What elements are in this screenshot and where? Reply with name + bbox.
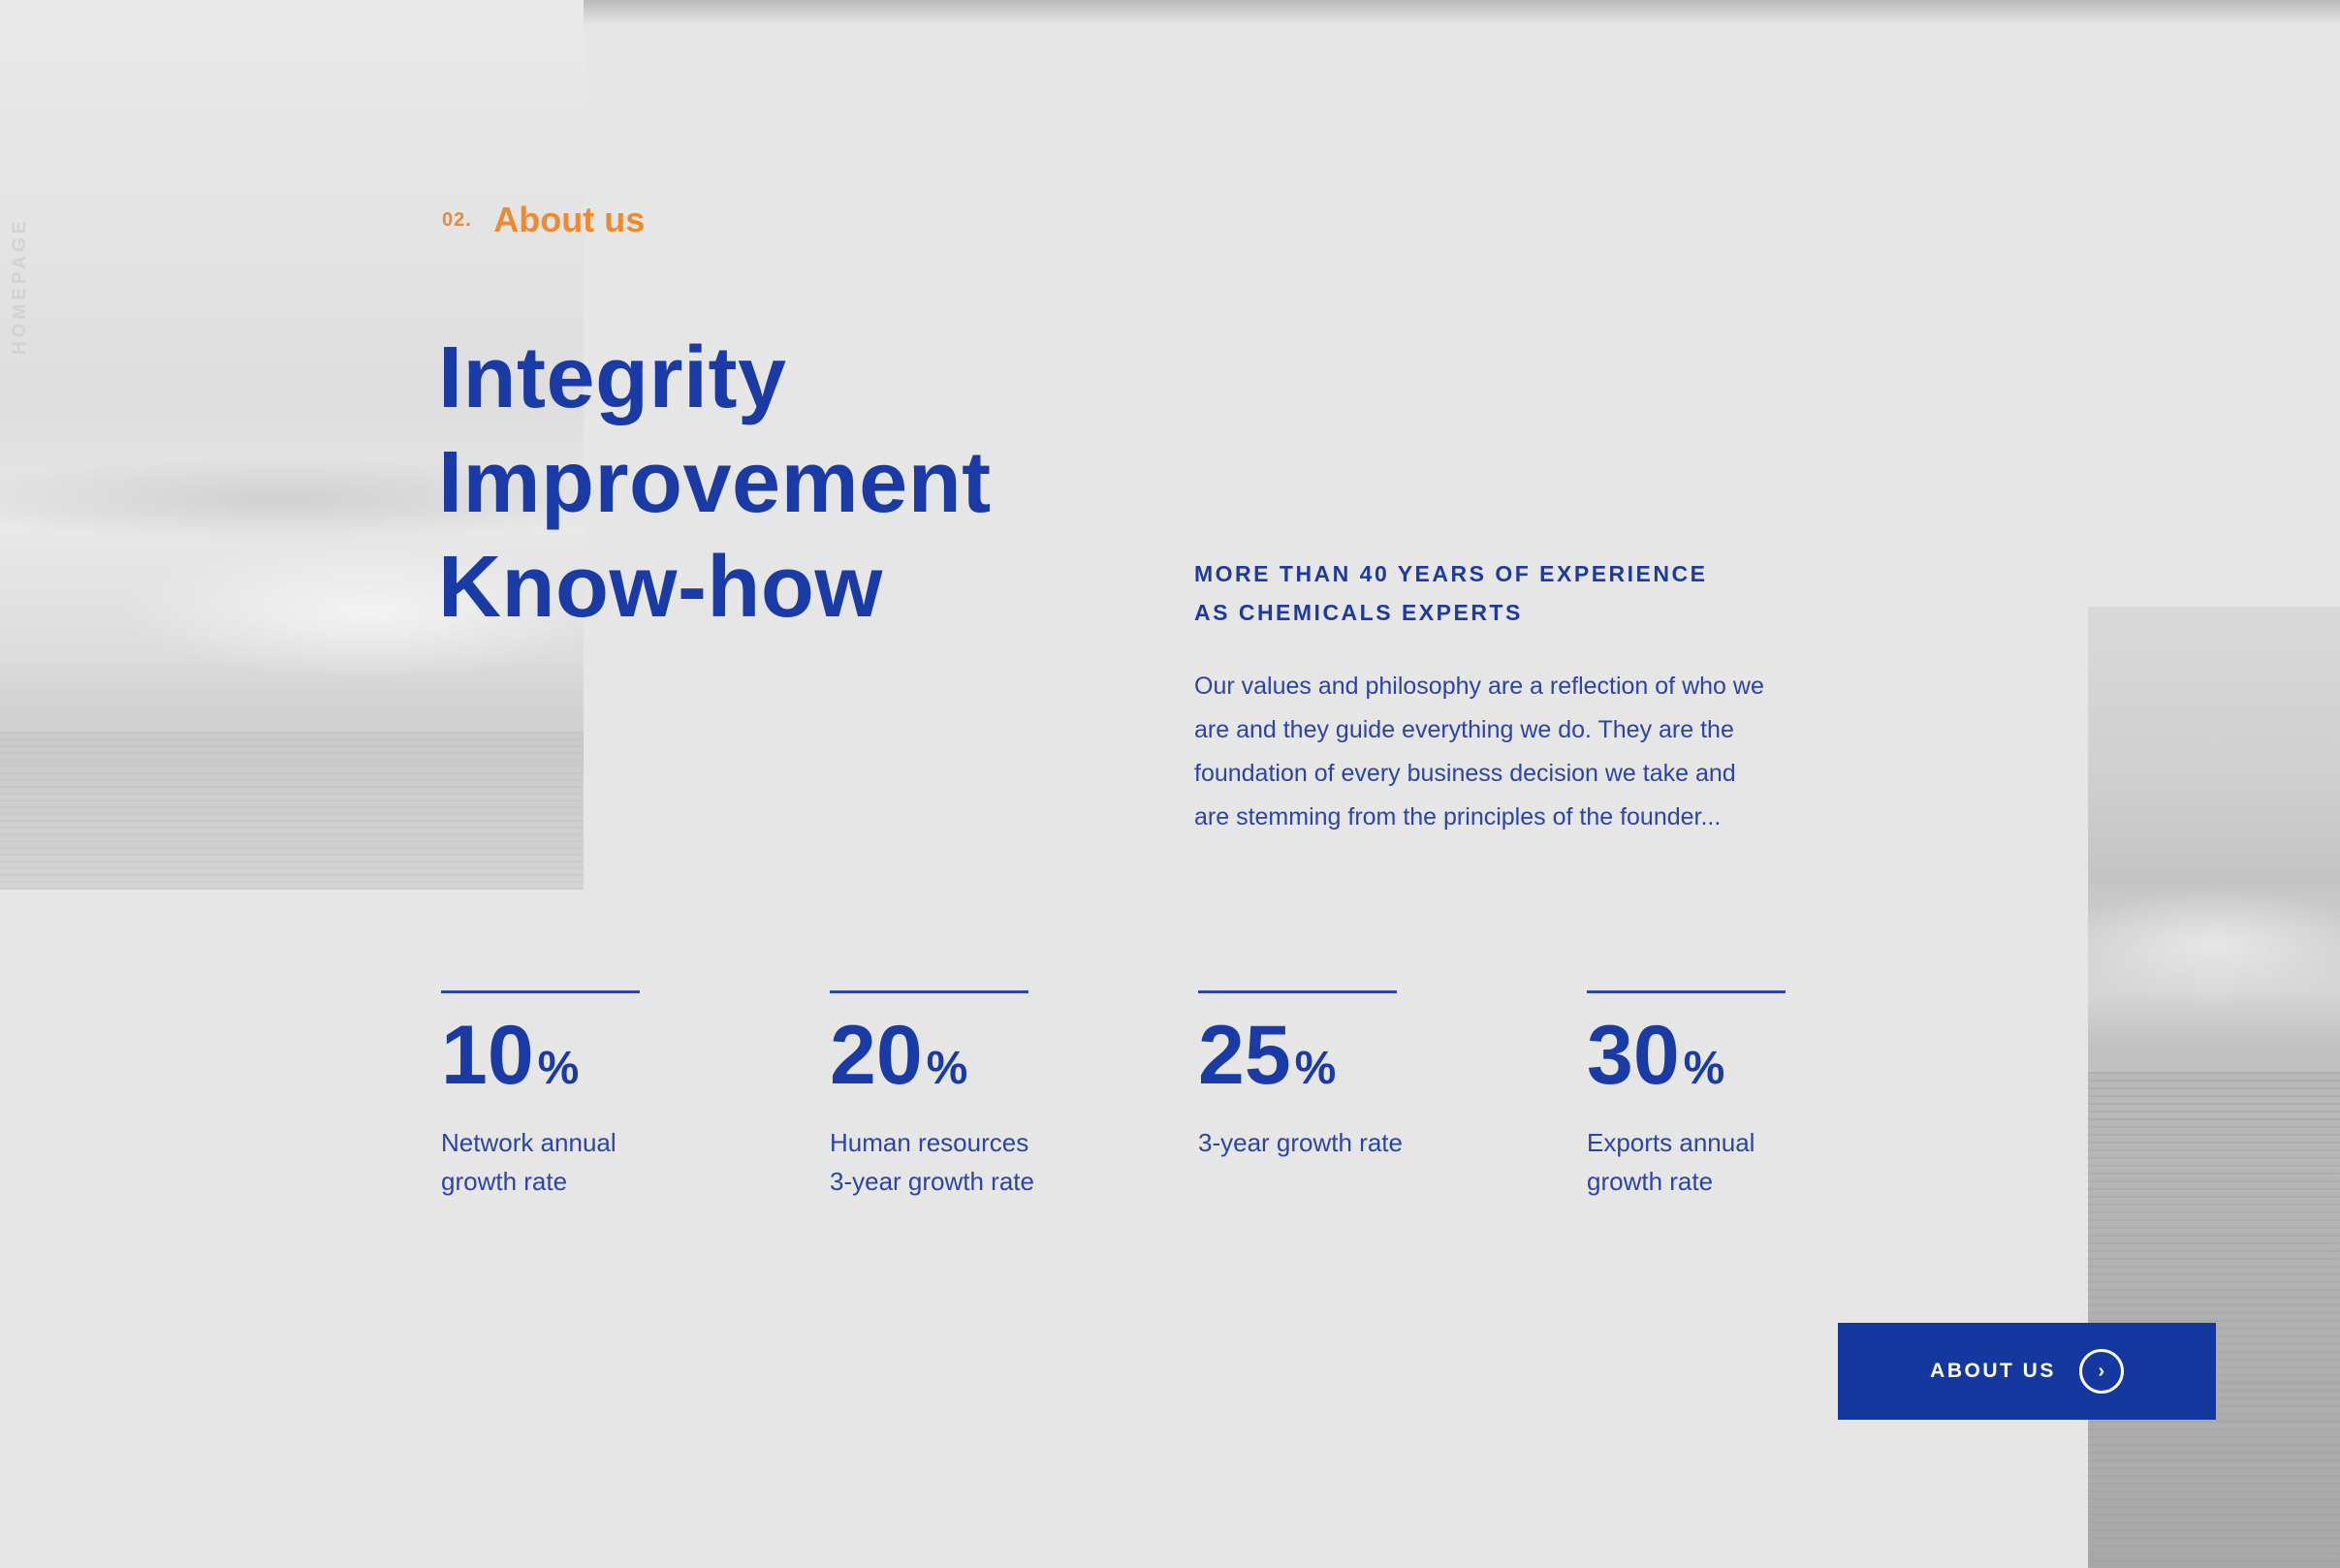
stat-network-growth: 10% Network annual growth rate — [441, 990, 732, 1201]
experience-title-line: AS CHEMICALS EXPERTS — [1194, 600, 1523, 625]
sea-photo-right — [2088, 607, 2340, 1568]
vertical-page-label: HOMEPAGE — [10, 217, 30, 355]
photo-sea — [2088, 1072, 2340, 1568]
about-section-page: HOMEPAGE 02. About us Integrity Improvem… — [0, 0, 2340, 1568]
chevron-right-circle-icon: › — [2078, 1349, 2124, 1394]
about-us-button-label: ABOUT US — [1930, 1360, 2056, 1382]
stat-value: 10% — [441, 1007, 732, 1104]
photo-sea — [0, 732, 584, 890]
section-number: 02. — [442, 208, 472, 231]
stat-number: 10 — [441, 1009, 534, 1102]
stat-divider — [1198, 990, 1397, 993]
stat-label-line: growth rate — [441, 1167, 568, 1196]
stat-unit: % — [537, 1043, 580, 1094]
experience-title-line: MORE THAN 40 YEARS OF EXPERIENCE — [1194, 561, 1708, 586]
stat-three-year-growth: 25% 3-year growth rate — [1198, 990, 1489, 1162]
headline-line: Improvement — [438, 434, 992, 531]
section-heading: 02. About us — [442, 200, 645, 240]
stat-label-line: Network annual — [441, 1128, 617, 1157]
stat-label: 3-year growth rate — [1198, 1123, 1489, 1162]
headline: Integrity Improvement Know-how — [438, 326, 1117, 640]
experience-description: Our values and philosophy are a reflecti… — [1194, 673, 1764, 831]
about-us-button[interactable]: ABOUT US › — [1838, 1323, 2216, 1420]
stat-divider — [1587, 990, 1786, 993]
stat-divider — [441, 990, 640, 993]
stat-label-line: growth rate — [1587, 1167, 1714, 1196]
stat-label-line: 3-year growth rate — [1198, 1128, 1403, 1157]
stat-unit: % — [1683, 1043, 1725, 1094]
stat-label: Exports annual growth rate — [1587, 1123, 1878, 1201]
stat-label: Human resources 3-year growth rate — [830, 1123, 1121, 1201]
photo-cloud — [2088, 888, 2340, 1004]
stat-unit: % — [1294, 1043, 1337, 1094]
section-title: About us — [493, 200, 646, 239]
stat-label-line: Human resources — [830, 1128, 1029, 1157]
stat-human-resources-growth: 20% Human resources 3-year growth rate — [830, 990, 1121, 1201]
stat-number: 25 — [1198, 1009, 1291, 1102]
stat-label-line: 3-year growth rate — [830, 1167, 1034, 1196]
stat-label: Network annual growth rate — [441, 1123, 732, 1201]
stat-label-line: Exports annual — [1587, 1128, 1755, 1157]
stat-exports-growth: 30% Exports annual growth rate — [1587, 990, 1878, 1201]
stat-value: 20% — [830, 1007, 1121, 1104]
headline-line: Know-how — [438, 539, 883, 636]
stat-unit: % — [926, 1043, 968, 1094]
stat-divider — [830, 990, 1028, 993]
experience-title: MORE THAN 40 YEARS OF EXPERIENCE AS CHEM… — [1194, 554, 1795, 632]
stat-number: 30 — [1587, 1009, 1680, 1102]
stat-value: 30% — [1587, 1007, 1878, 1104]
stat-value: 25% — [1198, 1007, 1489, 1104]
headline-line: Integrity — [438, 329, 787, 426]
stat-number: 20 — [830, 1009, 923, 1102]
